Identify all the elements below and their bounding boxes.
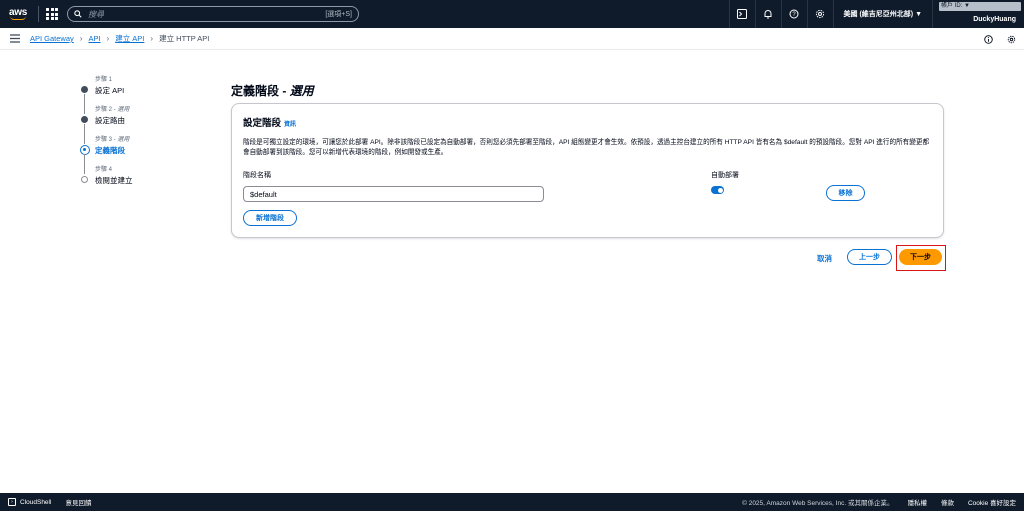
breadcrumb-create-api[interactable]: 建立 API [115, 33, 144, 44]
cloudshell-link[interactable]: › CloudShell [8, 498, 51, 506]
account-id-label: 帳戶 ID: ▼ [939, 2, 1021, 11]
previous-button[interactable]: 上一步 [847, 249, 892, 265]
breadcrumb-api[interactable]: API [88, 34, 100, 43]
chevron-right-icon: › [79, 34, 83, 43]
chevron-right-icon: › [150, 34, 154, 43]
chevron-right-icon: › [106, 34, 110, 43]
menu-toggle[interactable] [0, 34, 30, 43]
top-navigation: aws 搜尋 [選項+S] ? 美國 (維吉尼亞州北部) ▼ 帳戶 ID: ▼ … [0, 0, 1024, 28]
aws-smile-icon [10, 16, 26, 20]
breadcrumb-current: 建立 HTTP API [159, 34, 210, 43]
account-menu[interactable]: 帳戶 ID: ▼ DuckyHuang [932, 0, 1024, 28]
help-button[interactable]: ? [780, 0, 807, 28]
step-name: 設定 API [95, 86, 125, 95]
help-icon: ? [789, 9, 799, 19]
terms-link[interactable]: 條款 [941, 497, 954, 507]
remove-button[interactable]: 移除 [826, 185, 865, 201]
gear-icon [815, 9, 825, 19]
footer: › CloudShell 意見回饋 © 2025, Amazon Web Ser… [0, 493, 1024, 511]
panel-title: 設定階段 資訊 [243, 118, 297, 129]
bell-icon [764, 10, 772, 19]
search-placeholder: 搜尋 [88, 9, 104, 19]
step-complete-icon [81, 116, 88, 123]
services-menu-icon[interactable] [45, 7, 59, 21]
auto-deploy-toggle[interactable] [711, 186, 724, 194]
username: DuckyHuang [973, 16, 1016, 23]
stage-name-input[interactable]: $default [243, 186, 544, 202]
step-name: 定義階段 [95, 146, 125, 155]
privacy-link[interactable]: 隱私權 [907, 497, 927, 507]
next-button-highlight: 下一步 [896, 245, 946, 271]
feedback-link[interactable]: 意見回饋 [65, 497, 91, 507]
search-input[interactable]: 搜尋 [選項+S] [67, 6, 359, 22]
step-name: 檢閱並建立 [95, 176, 133, 185]
wizard-steps: 步驟 1 設定 API 步驟 2 - 選用 設定路由 步驟 3 - 選用 定義階… [79, 74, 200, 194]
panel-description: 階段是可獨立設定的環境，可讓您於此部署 API。除非該階段已設定為自動部署，否則… [243, 139, 930, 156]
stage-settings-panel: 設定階段 資訊 階段是可獨立設定的環境，可讓您於此部署 API。除非該階段已設定為… [231, 103, 944, 238]
search-icon [74, 10, 82, 18]
terminal-icon [737, 9, 748, 19]
gear-icon[interactable] [1007, 35, 1016, 44]
breadcrumb-api-gateway[interactable]: API Gateway [30, 34, 74, 43]
notifications-button[interactable] [754, 0, 781, 28]
wizard-step-2[interactable]: 步驟 2 - 選用 設定路由 [80, 104, 200, 144]
wizard-step-1[interactable]: 步驟 1 設定 API [80, 74, 200, 114]
cloudshell-button[interactable] [728, 0, 755, 28]
cookie-preferences-link[interactable]: Cookie 喜好設定 [968, 497, 1016, 507]
add-stage-button[interactable]: 新增階段 [243, 210, 297, 226]
copyright: © 2025, Amazon Web Services, Inc. 或其關係企業… [742, 500, 894, 507]
next-button[interactable]: 下一步 [899, 249, 942, 265]
aws-logo[interactable]: aws [4, 0, 32, 28]
step-current-icon [79, 144, 90, 155]
wizard-step-3: 步驟 3 - 選用 定義階段 [79, 134, 200, 174]
cancel-button[interactable]: 取消 [817, 253, 832, 264]
settings-button[interactable] [806, 0, 833, 28]
region-selector[interactable]: 美國 (維吉尼亞州北部) ▼ [832, 0, 932, 28]
wizard-step-4: 步驟 4 檢閱並建立 [80, 164, 200, 194]
hamburger-icon [10, 34, 20, 43]
info-link[interactable]: 資訊 [284, 122, 296, 128]
stage-name-label: 階段名稱 [243, 172, 271, 179]
auto-deploy-label: 自動部署 [711, 172, 739, 179]
step-complete-icon [81, 86, 88, 93]
step-pending-icon [81, 176, 88, 183]
info-icon[interactable] [984, 34, 993, 44]
step-name: 設定路由 [95, 116, 125, 125]
breadcrumb-bar: API Gateway › API › 建立 API › 建立 HTTP API [0, 28, 1024, 50]
search-shortcut-hint: [選項+S] [325, 11, 352, 18]
breadcrumb: API Gateway › API › 建立 API › 建立 HTTP API [30, 33, 209, 44]
page-title: 定義階段 - 選用 [231, 84, 314, 98]
terminal-icon: › [8, 498, 16, 506]
